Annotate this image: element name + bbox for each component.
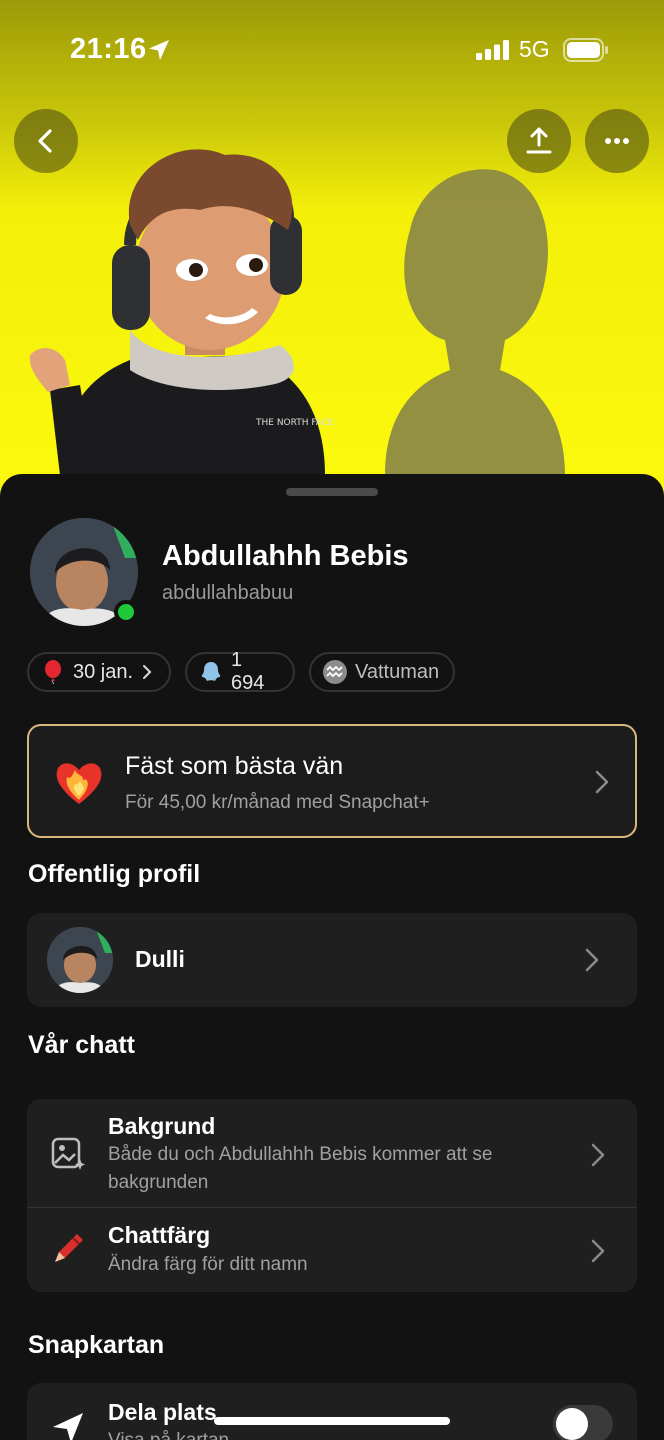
more-icon [605,138,629,144]
wallpaper-row[interactable]: Bakgrund Både du och Abdullahhh Bebis ko… [27,1099,637,1207]
public-profile-name: Dulli [135,946,185,972]
birthday-chip[interactable]: 30 jan. [27,652,171,692]
location-arrow-icon [149,40,169,60]
snapscore-text: 1 694 [231,649,265,694]
share-location-title: Dela plats [108,1399,217,1425]
chevron-right-icon [591,1143,605,1167]
share-icon [526,127,552,154]
home-indicator[interactable] [214,1417,450,1425]
birthday-text: 30 jan. [73,660,134,683]
chat-color-title: Chattfärg [108,1222,211,1248]
heart-fire-icon [56,763,102,804]
username: abdullahbabuu [162,582,294,604]
our-chat-heading: Vår chatt [28,1031,135,1059]
pin-best-friend-card[interactable]: Fäst som bästa vän För 45,00 kr/månad me… [27,724,637,838]
snap-map-heading: Snapkartan [28,1331,165,1359]
zodiac-chip[interactable]: Vattuman [309,652,455,692]
bff-title: Fäst som bästa vän [125,752,344,780]
balloon-icon [45,660,61,684]
wallpaper-title: Bakgrund [108,1113,216,1139]
chevron-right-icon [143,665,152,679]
battery-icon [563,38,608,62]
toggle-knob [556,1408,588,1440]
bff-subtitle: För 45,00 kr/månad med Snapchat+ [125,792,430,813]
public-profile-heading: Offentlig profil [28,860,201,888]
wallpaper-description: Både du och Abdullahhh Bebis kommer att … [108,1144,493,1193]
chevron-right-icon [585,948,599,972]
wallpaper-icon [51,1137,85,1170]
profile-sheet: Abdullahhh Bebis abdullahbabuu 30 jan. 1… [0,474,664,1440]
more-options-button[interactable] [585,109,649,173]
status-bar: 21:16 5G [0,0,664,100]
share-location-description: Visa på kartan [108,1427,548,1440]
signal-icon [476,40,509,60]
online-status-indicator [114,600,138,624]
share-location-toggle[interactable] [553,1405,613,1440]
crayon-icon [55,1234,83,1262]
status-time: 21:16 [70,33,147,65]
sheet-grabber[interactable] [286,488,378,496]
ghost-score-icon [201,662,221,681]
chevron-right-icon [595,770,609,794]
chevron-right-icon [591,1239,605,1263]
snapscore-chip[interactable]: 1 694 [185,649,295,694]
aquarius-icon [323,660,347,684]
network-type: 5G [519,36,550,62]
zodiac-text: Vattuman [355,660,440,683]
chat-color-row[interactable]: Chattfärg Ändra färg för ditt namn [27,1208,637,1292]
public-profile-photo [47,927,113,993]
bitmoji-avatar: THE NORTH FACE [29,149,334,475]
display-name: Abdullahhh Bebis [162,540,409,572]
location-arrow-icon [53,1413,83,1440]
share-location-row[interactable]: Dela plats Visa på kartan [27,1383,637,1440]
svg-text:THE NORTH FACE: THE NORTH FACE [255,418,334,428]
chat-color-description: Ändra färg för ditt namn [108,1254,308,1275]
profile-header: 21:16 5G THE NORTH FACE [0,0,664,520]
friend-silhouette [385,169,565,475]
our-chat-card: Bakgrund Både du och Abdullahhh Bebis ko… [27,1099,637,1292]
public-profile-row[interactable]: Dulli [27,913,637,1007]
